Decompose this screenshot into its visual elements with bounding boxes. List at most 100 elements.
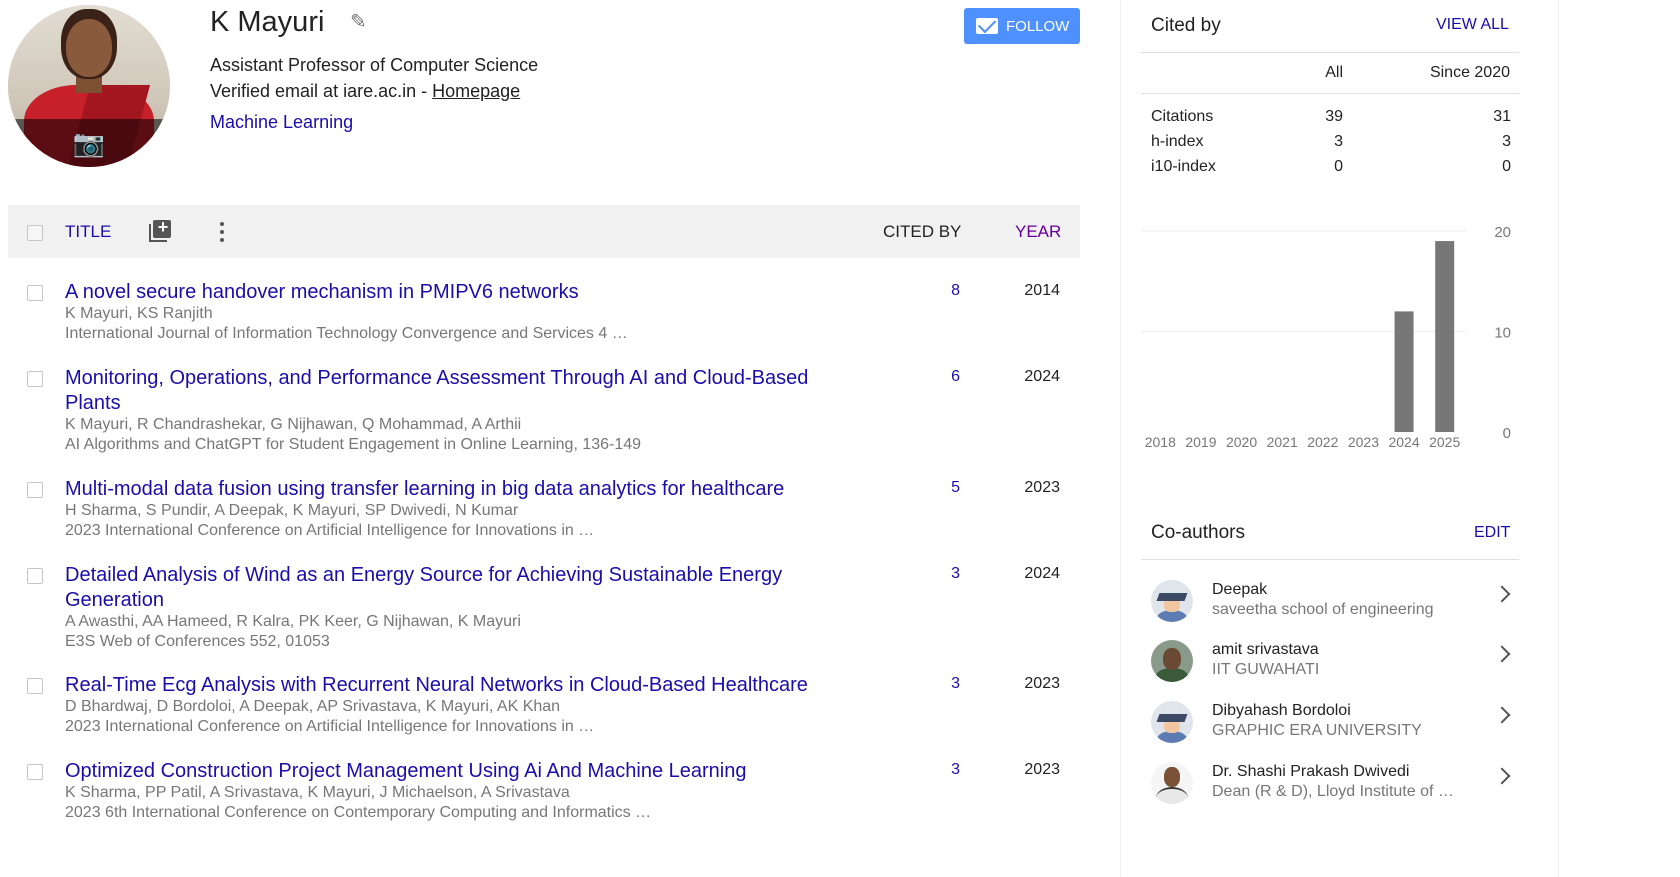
row-checkbox[interactable]	[27, 764, 43, 780]
row-checkbox[interactable]	[27, 482, 43, 498]
metrics-col-all: All	[1325, 64, 1343, 81]
x-tick-label: 2023	[1348, 434, 1379, 450]
profile-name: K Mayuri	[210, 6, 325, 38]
chart-bar[interactable]	[1394, 311, 1414, 432]
coauthor-avatar	[1151, 762, 1193, 804]
article-venue: International Journal of Information Tec…	[65, 325, 628, 342]
sort-by-cited[interactable]: CITED BY	[883, 222, 961, 242]
metric-all: 39	[1325, 108, 1343, 125]
x-tick-label: 2020	[1226, 434, 1257, 450]
metric-label: h-index	[1151, 133, 1204, 150]
coauthor-item[interactable]: amit srivastava IIT GUWAHATI	[1151, 640, 1521, 696]
article-title-link[interactable]: Optimized Construction Project Managemen…	[65, 759, 835, 784]
article-title-link[interactable]: Real-Time Ecg Analysis with Recurrent Ne…	[65, 673, 835, 698]
row-checkbox[interactable]	[27, 568, 43, 584]
coauthor-name[interactable]: Dr. Shashi Prakash Dwivedi	[1212, 763, 1409, 781]
metric-all: 0	[1334, 158, 1343, 175]
x-tick-label: 2024	[1388, 434, 1419, 450]
pencil-icon[interactable]: ✎	[350, 12, 370, 32]
table-header: TITLE + CITED BY YEAR	[8, 205, 1080, 258]
coauthor-item[interactable]: Deepak saveetha school of engineering	[1151, 580, 1521, 636]
follow-label: FOLLOW	[1006, 17, 1070, 35]
profile-photo[interactable]: 📷	[8, 5, 170, 167]
chevron-right-icon[interactable]	[1493, 585, 1511, 603]
metric-since: 3	[1502, 133, 1511, 150]
divider	[1141, 93, 1519, 94]
row-checkbox[interactable]	[27, 371, 43, 387]
chevron-right-icon[interactable]	[1493, 706, 1511, 724]
coauthor-name[interactable]: Deepak	[1212, 581, 1267, 599]
chart-bar[interactable]	[1435, 241, 1455, 432]
row-checkbox[interactable]	[27, 285, 43, 301]
cited-by-count-link[interactable]: 8	[928, 282, 960, 300]
metrics-col-since: Since 2020	[1429, 64, 1510, 81]
cited-by-count-link[interactable]: 3	[928, 565, 960, 583]
cited-by-count-link[interactable]: 6	[928, 368, 960, 386]
coauthors-title: Co-authors	[1151, 522, 1245, 543]
metric-row: h-index 3 3	[1151, 133, 1511, 155]
coauthor-avatar	[1151, 580, 1193, 622]
coauthor-item[interactable]: Dibyahash Bordoloi GRAPHIC ERA UNIVERSITY	[1151, 701, 1521, 757]
coauthor-name[interactable]: amit srivastava	[1212, 641, 1319, 659]
cited-by-title: Cited by	[1151, 15, 1221, 36]
chevron-right-icon[interactable]	[1493, 645, 1511, 663]
metric-row: i10-index 0 0	[1151, 158, 1511, 180]
article-venue: 2023 International Conference on Artific…	[65, 522, 595, 539]
metric-since: 0	[1502, 158, 1511, 175]
article-year: 2024	[1024, 368, 1060, 385]
row-checkbox[interactable]	[27, 678, 43, 694]
article-authors: A Awasthi, AA Hameed, R Kalra, PK Keer, …	[65, 613, 521, 630]
article-title-link[interactable]: Monitoring, Operations, and Performance …	[65, 366, 835, 416]
coauthor-name[interactable]: Dibyahash Bordoloi	[1212, 702, 1351, 720]
article-venue: E3S Web of Conferences 552, 01053	[65, 633, 330, 650]
add-photo-icon[interactable]: 📷	[8, 119, 170, 167]
edit-coauthors-link[interactable]: EDIT	[1474, 524, 1510, 542]
article-title-link[interactable]: Multi-modal data fusion using transfer l…	[65, 477, 835, 502]
cited-by-count-link[interactable]: 5	[928, 479, 960, 497]
coauthor-affiliation: IIT GUWAHATI	[1212, 661, 1320, 678]
sort-by-title[interactable]: TITLE	[65, 222, 111, 242]
article-year: 2023	[1024, 479, 1060, 496]
follow-button[interactable]: FOLLOW	[964, 8, 1080, 44]
more-vert-icon[interactable]	[220, 220, 226, 244]
article-authors: H Sharma, S Pundir, A Deepak, K Mayuri, …	[65, 502, 519, 519]
article-authors: K Mayuri, R Chandrashekar, G Nijhawan, Q…	[65, 416, 522, 433]
chevron-right-icon[interactable]	[1493, 767, 1511, 785]
metric-row: Citations 39 31	[1151, 108, 1511, 130]
metric-since: 31	[1493, 108, 1511, 125]
add-library-icon[interactable]: +	[149, 217, 171, 242]
cited-by-count-link[interactable]: 3	[928, 761, 960, 779]
coauthor-affiliation: saveetha school of engineering	[1212, 601, 1434, 618]
article-venue: 2023 International Conference on Artific…	[65, 718, 595, 735]
citations-chart: 0 10 20 2018 2019 2020 2021 2022 2023 2024 2025	[1141, 224, 1511, 450]
metric-label: Citations	[1151, 108, 1214, 125]
view-all-link[interactable]: VIEW ALL	[1436, 16, 1509, 34]
column-divider	[1120, 0, 1121, 877]
coauthor-affiliation: GRAPHIC ERA UNIVERSITY	[1212, 722, 1422, 739]
x-tick-label: 2018	[1145, 434, 1176, 450]
mail-icon	[976, 18, 998, 34]
cited-by-count-link[interactable]: 3	[928, 675, 960, 693]
article-title-link[interactable]: Detailed Analysis of Wind as an Energy S…	[65, 563, 835, 613]
select-all-checkbox[interactable]	[27, 225, 43, 241]
article-venue: AI Algorithms and ChatGPT for Student En…	[65, 436, 642, 453]
profile-affiliation: Assistant Professor of Computer Science	[210, 55, 539, 75]
homepage-link[interactable]: Homepage	[432, 81, 520, 101]
x-tick-label: 2021	[1267, 434, 1298, 450]
interest-link[interactable]: Machine Learning	[210, 112, 353, 133]
article-year: 2024	[1024, 565, 1060, 582]
article-venue: 2023 6th International Conference on Con…	[65, 804, 652, 821]
sort-by-year[interactable]: YEAR	[1015, 222, 1061, 242]
article-authors: K Sharma, PP Patil, A Srivastava, K Mayu…	[65, 784, 570, 801]
profile-email: Verified email at iare.ac.in - Homepage	[210, 81, 520, 102]
y-tick-label: 20	[1494, 224, 1511, 241]
email-text: Verified email at iare.ac.in -	[210, 81, 433, 101]
scrollbar-track[interactable]	[1558, 0, 1559, 877]
article-authors: K Mayuri, KS Ranjith	[65, 305, 213, 322]
coauthor-avatar	[1151, 701, 1193, 743]
coauthor-affiliation: Dean (R & D), Lloyd Institute of …	[1212, 783, 1454, 800]
y-tick-label: 0	[1503, 425, 1511, 442]
coauthor-item[interactable]: Dr. Shashi Prakash Dwivedi Dean (R & D), …	[1151, 762, 1521, 818]
divider	[1141, 52, 1519, 53]
article-title-link[interactable]: A novel secure handover mechanism in PMI…	[65, 280, 835, 305]
